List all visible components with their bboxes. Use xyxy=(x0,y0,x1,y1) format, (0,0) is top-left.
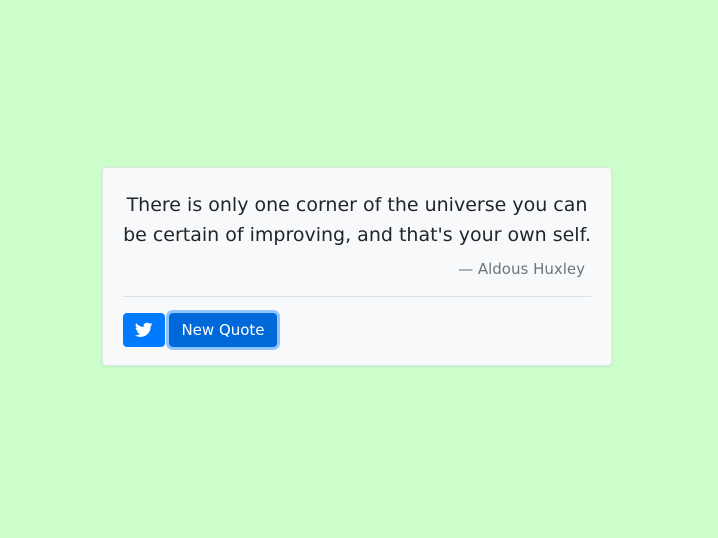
divider xyxy=(123,296,591,297)
quote-text: There is only one corner of the universe… xyxy=(123,194,591,246)
tweet-quote-button[interactable] xyxy=(123,313,165,347)
quote-box: There is only one corner of the universe… xyxy=(102,167,612,366)
new-quote-button[interactable]: New Quote xyxy=(169,313,277,347)
twitter-icon xyxy=(135,322,153,338)
quote-author: — Aldous Huxley xyxy=(458,260,585,278)
